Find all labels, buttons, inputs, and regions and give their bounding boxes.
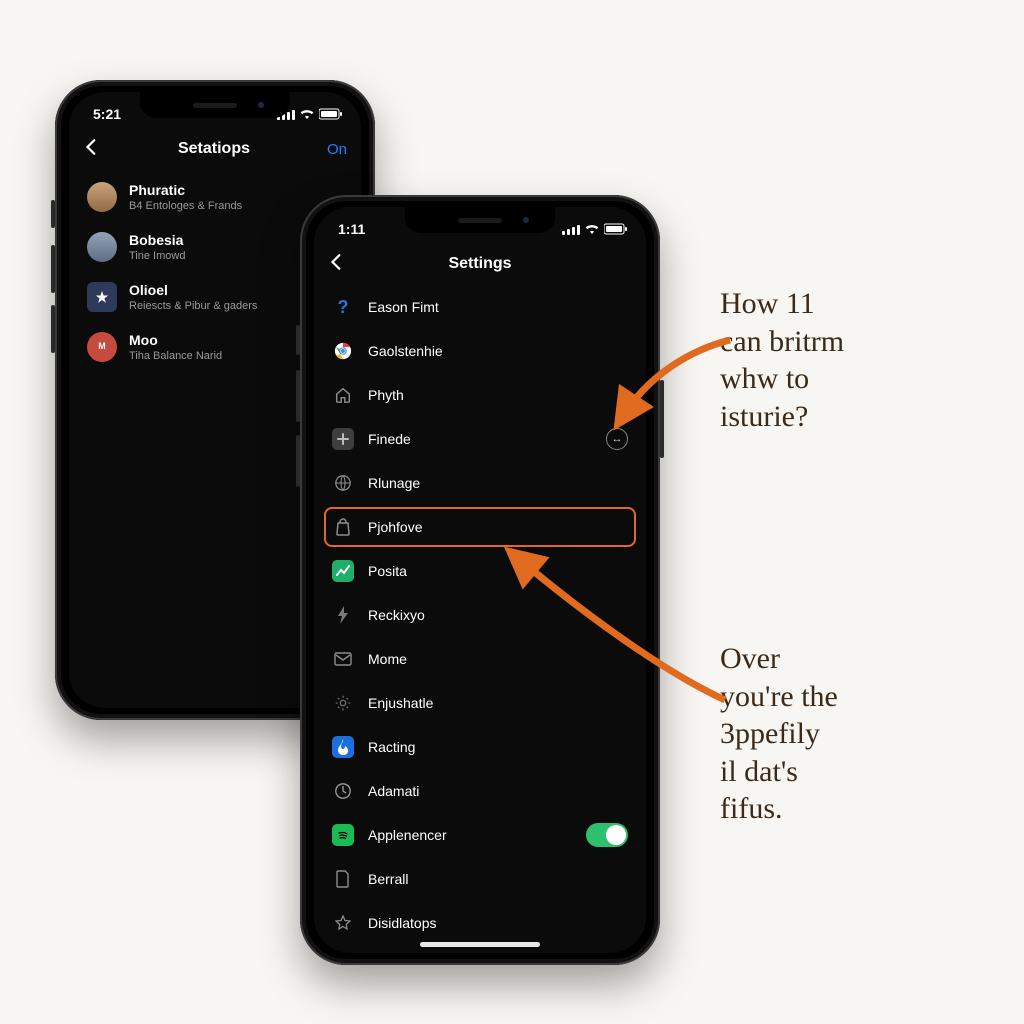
contact-name: Phuratic — [129, 182, 242, 198]
settings-row[interactable]: Adamati — [314, 769, 646, 813]
question-icon: ? — [332, 296, 354, 318]
settings-row[interactable]: Berrall — [314, 857, 646, 901]
settings-row[interactable]: Finede↔ — [314, 417, 646, 461]
settings-row-label: Rlunage — [368, 475, 420, 491]
settings-row[interactable]: Rlunage — [314, 461, 646, 505]
phone-side-button — [296, 370, 300, 422]
home-icon — [332, 384, 354, 406]
gear-icon — [332, 692, 354, 714]
home-indicator[interactable] — [420, 942, 540, 947]
settings-row-label: Gaolstenhie — [368, 343, 443, 359]
avatar: ᴹ — [87, 332, 117, 362]
nav-bar: Setatiops On — [69, 130, 361, 168]
flame-icon — [332, 736, 354, 758]
avatar: ★ — [87, 282, 117, 312]
nav-title: Settings — [448, 255, 511, 273]
spotify-icon — [332, 824, 354, 846]
contact-sub: Tiha Balance Narid — [129, 350, 222, 362]
settings-row[interactable]: Pjohfove — [314, 505, 646, 549]
settings-row-label: Adamati — [368, 783, 419, 799]
bolt-icon — [332, 604, 354, 626]
settings-row-label: Enjushatle — [368, 695, 433, 711]
settings-row-label: Finede — [368, 431, 411, 447]
settings-row-label: Phyth — [368, 387, 404, 403]
settings-row-label: Pjohfove — [368, 519, 422, 535]
settings-row[interactable]: Racting — [314, 725, 646, 769]
status-time: 1:11 — [338, 221, 365, 237]
settings-row-label: Applenencer — [368, 827, 447, 843]
phone-side-button — [51, 200, 55, 228]
notch — [405, 207, 555, 233]
toggle-switch[interactable] — [586, 823, 628, 847]
bag-icon — [332, 516, 354, 538]
battery-icon — [319, 108, 343, 120]
star-icon — [332, 912, 354, 934]
phone-side-button — [296, 435, 300, 487]
contact-name: Moo — [129, 332, 222, 348]
back-button[interactable] — [328, 253, 346, 276]
settings-row-label: Eason Fimt — [368, 299, 439, 315]
avatar — [87, 232, 117, 262]
contact-sub: Reiescts & Pibur & gaders — [129, 300, 257, 312]
contact-name: Olioel — [129, 282, 257, 298]
settings-row-label: Posita — [368, 563, 407, 579]
nav-action[interactable]: On — [327, 141, 347, 158]
annotation-arrow — [510, 550, 740, 720]
settings-row[interactable]: Applenencer — [314, 813, 646, 857]
settings-row[interactable]: ? Eason Fimt — [314, 285, 646, 329]
doc-icon — [332, 868, 354, 890]
phone-side-button — [296, 325, 300, 355]
phone-side-button — [51, 245, 55, 293]
settings-row-label: Berrall — [368, 871, 408, 887]
settings-row[interactable]: Disidlatops — [314, 901, 646, 945]
chrome-icon — [332, 340, 354, 362]
status-time: 5:21 — [93, 106, 121, 122]
settings-row-label: Reckixyo — [368, 607, 425, 623]
mail-icon — [332, 648, 354, 670]
avatar — [87, 182, 117, 212]
signal-icon — [562, 223, 580, 235]
nav-bar: Settings — [314, 245, 646, 283]
settings-row-label: Racting — [368, 739, 415, 755]
globe-icon — [332, 472, 354, 494]
chart-icon — [332, 560, 354, 582]
phone-side-button — [51, 305, 55, 353]
status-icons — [562, 223, 628, 235]
settings-row[interactable]: Phyth — [314, 373, 646, 417]
clock-icon — [332, 780, 354, 802]
annotation-top: How 11 can britrm whw to isturie? — [720, 285, 980, 435]
nav-title: Setatiops — [178, 140, 250, 158]
plus-box-icon — [332, 428, 354, 450]
settings-row[interactable]: Gaolstenhie — [314, 329, 646, 373]
contact-sub: Tine Imowd — [129, 250, 185, 262]
contact-name: Bobesia — [129, 232, 185, 248]
settings-row-label: Disidlatops — [368, 915, 436, 931]
annotation-bottom: Over you're the 3ppefily il dat's fifus. — [720, 640, 980, 828]
notch — [140, 92, 290, 118]
wifi-icon — [584, 223, 600, 235]
settings-row-label: Mome — [368, 651, 407, 667]
battery-icon — [604, 223, 628, 235]
annotation-arrow — [600, 335, 740, 435]
back-button[interactable] — [83, 138, 101, 161]
contact-sub: B4 Entologes & Frands — [129, 200, 242, 212]
wifi-icon — [299, 108, 315, 120]
